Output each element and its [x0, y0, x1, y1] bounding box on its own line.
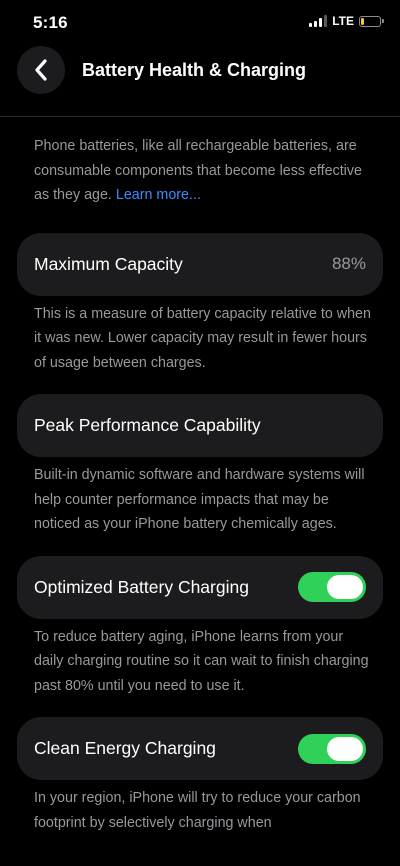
network-type: LTE: [332, 14, 354, 28]
battery-cap-icon: [382, 19, 384, 23]
page-title: Battery Health & Charging: [82, 60, 307, 80]
cellular-signal-icon: [309, 15, 328, 27]
clean-energy-footnote: In your region, iPhone will try to reduc…: [34, 790, 361, 831]
optimized-charging-footnote: To reduce battery aging, iPhone learns f…: [34, 628, 369, 694]
toggle-knob: [327, 575, 363, 599]
settings-content: Phone batteries, like all rechargeable b…: [17, 134, 383, 835]
battery-icon: [359, 15, 381, 27]
back-button[interactable]: [17, 46, 65, 94]
status-indicators: LTE: [309, 14, 384, 28]
header-divider: [0, 116, 400, 117]
toggle-knob: [327, 736, 363, 761]
optimized-charging-toggle[interactable]: [298, 572, 366, 602]
status-time: 5:16: [33, 13, 68, 32]
optimized-charging-row: Optimized Battery Charging: [17, 555, 383, 619]
intro-text: Phone batteries, like all rechargeable b…: [34, 134, 383, 208]
chevron-left-icon: [35, 59, 47, 81]
maximum-capacity-row: Maximum Capacity 88%: [17, 232, 383, 296]
peak-performance-row[interactable]: Peak Performance Capability: [17, 394, 383, 457]
battery-level-fill: [361, 17, 364, 25]
status-bar: 5:16 LTE: [0, 0, 400, 44]
navigation-bar: Battery Health & Charging: [0, 46, 400, 98]
maximum-capacity-label: Maximum Capacity: [34, 253, 183, 274]
maximum-capacity-value: 88%: [331, 254, 366, 273]
clean-energy-row: Clean Energy Charging: [17, 717, 383, 780]
clean-energy-toggle[interactable]: [298, 733, 366, 764]
peak-performance-label: Peak Performance Capability: [34, 415, 261, 435]
clean-energy-label: Clean Energy Charging: [34, 738, 216, 758]
maximum-capacity-footnote: This is a measure of battery capacity re…: [34, 305, 371, 371]
optimized-charging-label: Optimized Battery Charging: [34, 576, 249, 597]
peak-performance-footnote: Built-in dynamic software and hardware s…: [34, 467, 365, 532]
learn-more-link[interactable]: Learn more...: [116, 187, 201, 203]
